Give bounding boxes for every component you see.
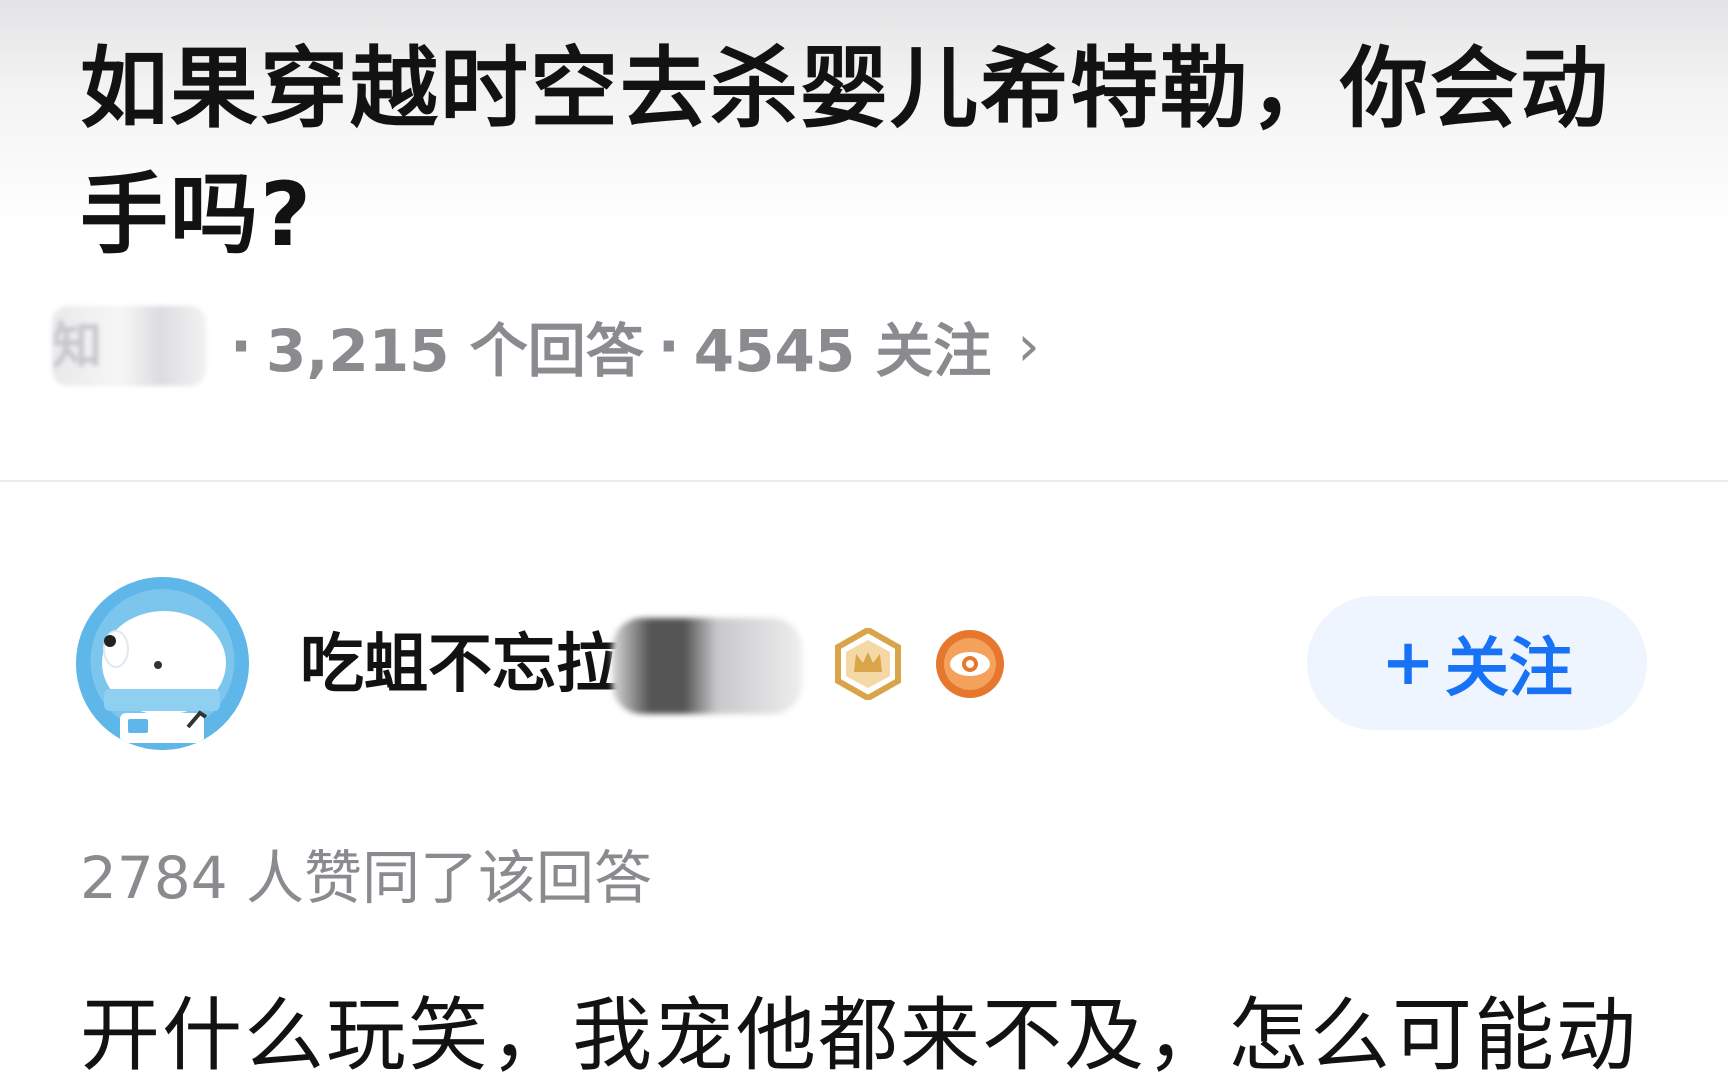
meta-separator: · (230, 312, 253, 380)
answer-body[interactable]: 开什么玩笑，我宠他都来不及，怎么可能动 (80, 986, 1680, 1086)
chevron-right-icon[interactable]: › (1017, 314, 1039, 379)
follow-count: 4545 关注 (693, 317, 992, 385)
meta-separator: · (657, 312, 680, 380)
avatar[interactable] (76, 577, 249, 750)
answers-count: 3,215 个回答 (266, 317, 644, 385)
divider (0, 480, 1728, 482)
eye-badge-icon[interactable] (934, 628, 1006, 700)
plus-icon: + (1381, 626, 1435, 700)
blurred-topic: 知 (52, 306, 206, 386)
blurred-author-name (612, 618, 802, 714)
upvote-count: 2784 人赞同了该回答 (80, 844, 653, 912)
astronaut-dog-avatar-icon (76, 577, 249, 750)
follow-button[interactable]: + 关注 (1307, 596, 1647, 730)
question-title[interactable]: 如果穿越时空去杀婴儿希特勒，你会动手吗? (80, 26, 1680, 278)
question-meta[interactable]: 知 · 3,215 个回答 · 4545 关注 › (52, 306, 1040, 386)
follow-label: 关注 (1444, 632, 1573, 706)
crown-badge-icon[interactable] (832, 628, 904, 700)
